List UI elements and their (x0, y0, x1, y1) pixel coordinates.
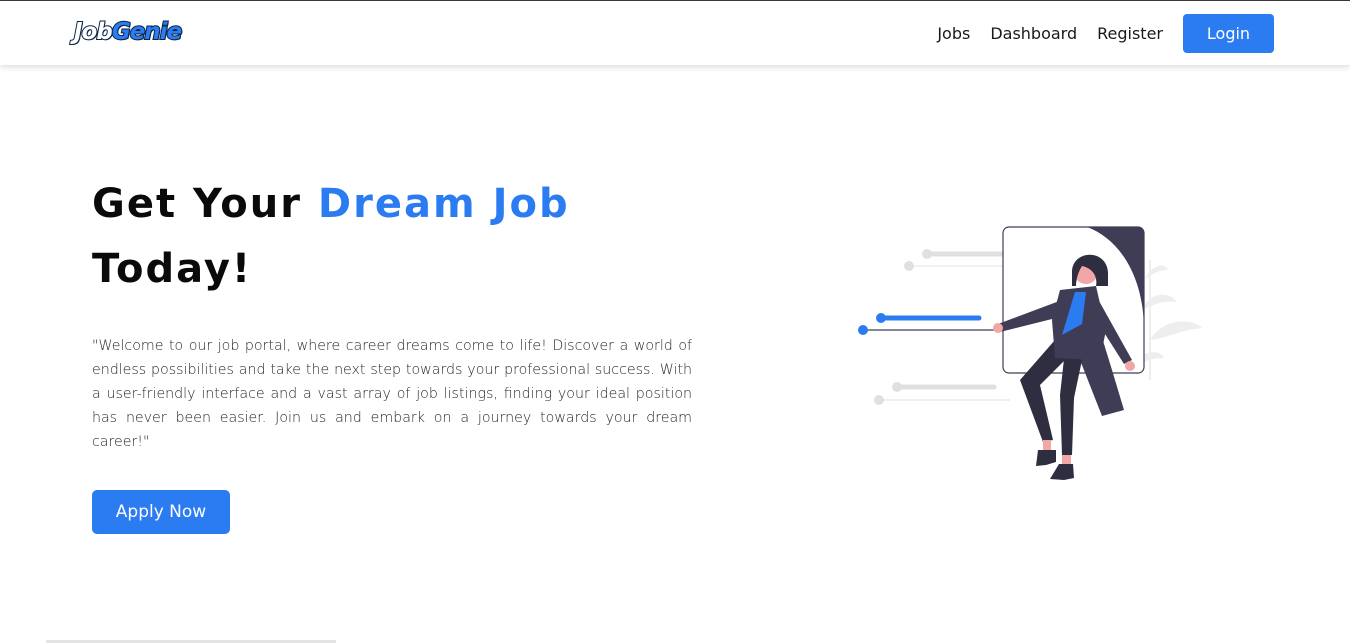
brand-logo-part-job: Job (73, 18, 114, 46)
nav-link-dashboard[interactable]: Dashboard (990, 24, 1077, 43)
hero-title-part1: Get Your (92, 181, 318, 227)
nav-link-jobs[interactable]: Jobs (937, 24, 970, 43)
nav-links: Jobs Dashboard Register Login (917, 1, 1350, 65)
brand-logo[interactable]: JobGenie (73, 17, 183, 47)
apply-now-button[interactable]: Apply Now (92, 490, 230, 534)
hero-title-part2: Today! (92, 246, 253, 292)
hero-illustration (850, 220, 1210, 485)
hero-title: Get Your Dream Job Today! (92, 172, 712, 302)
woman-pulling-window-illustration-icon (858, 226, 1202, 480)
brand-logo-text: JobGenie (73, 18, 183, 46)
navbar: JobGenie Jobs Dashboard Register Login (0, 1, 1350, 65)
hero-description: "Welcome to our job portal, where career… (92, 338, 692, 450)
brand-logo-part-genie: Genie (111, 18, 183, 46)
hero-title-accent: Dream Job (317, 181, 570, 227)
nav-link-register[interactable]: Register (1097, 24, 1163, 43)
login-button[interactable]: Login (1183, 13, 1274, 53)
